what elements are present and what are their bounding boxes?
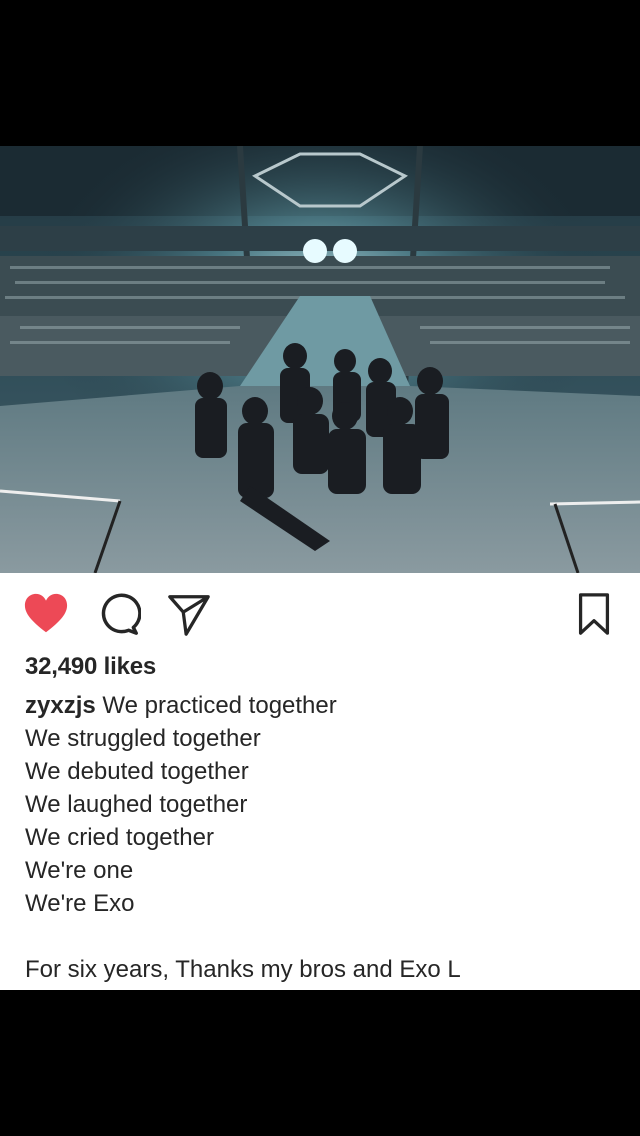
caption-line: We debuted together <box>25 758 249 785</box>
caption-line: We cried together <box>25 824 214 851</box>
username[interactable]: zyxzjs <box>25 692 96 719</box>
paper-plane-icon[interactable] <box>166 591 212 637</box>
caption-line: We struggled together <box>25 725 261 752</box>
concert-stage-photo <box>0 146 640 573</box>
screen: 32,490 likes zyxzjs We practiced togethe… <box>0 0 640 1136</box>
caption-line: zyxzjs We practiced together <box>25 689 625 722</box>
top-black-bar <box>0 0 640 146</box>
caption-text: We practiced together <box>102 692 337 719</box>
caption-line: We're Exo <box>25 890 135 917</box>
post-panel: 32,490 likes zyxzjs We practiced togethe… <box>0 573 640 990</box>
post-photo[interactable] <box>0 146 640 573</box>
comment-icon[interactable] <box>95 591 141 637</box>
bottom-black-bar <box>0 990 640 1136</box>
caption-line: For six years, Thanks my bros and Exo L <box>25 956 461 983</box>
action-bar <box>0 573 640 653</box>
bookmark-icon[interactable] <box>571 591 617 637</box>
caption-line: We're one <box>25 857 134 884</box>
likes-count[interactable]: 32,490 likes <box>25 653 156 681</box>
heart-icon[interactable] <box>23 591 69 637</box>
caption: zyxzjs We practiced together We struggle… <box>25 689 625 986</box>
caption-line: We laughed together <box>25 791 248 818</box>
